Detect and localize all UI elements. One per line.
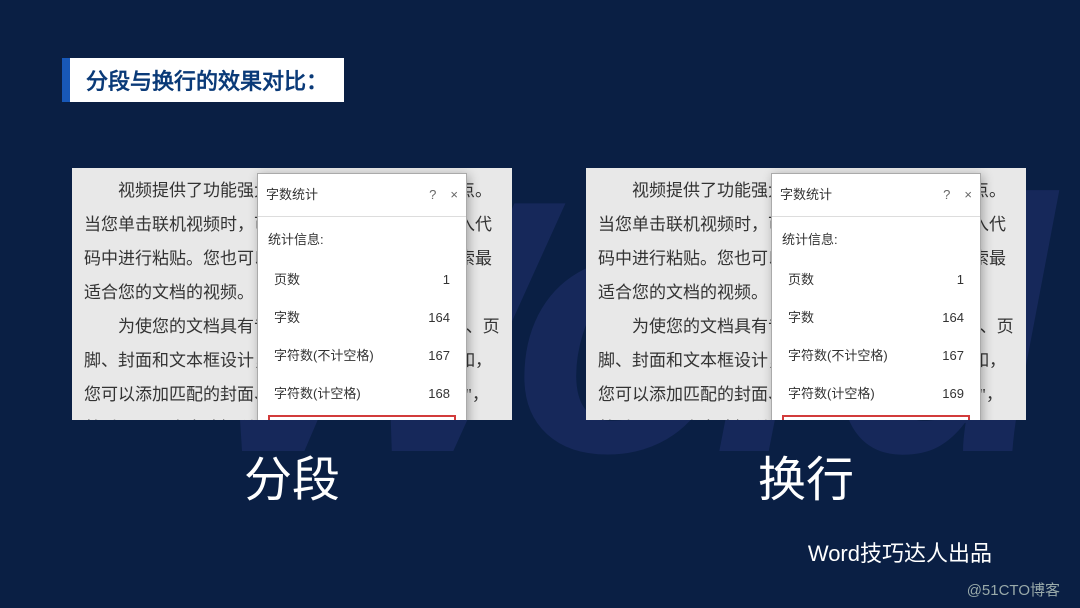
left-example-pane: 视频提供了功能强大的方式帮助您证明您的观点。当您单击联机视频时，可以在想要添加的… xyxy=(72,168,512,420)
stat-paragraphs: 段落数2 xyxy=(270,417,454,420)
stat-pages: 页数1 xyxy=(268,261,456,299)
right-caption: 换行 xyxy=(586,440,1026,510)
stat-words: 字数164 xyxy=(782,299,970,337)
right-word-count-dialog: 字数统计 ? × 统计信息: 页数1 字数164 字符数(不计空格)167 字符… xyxy=(771,173,981,420)
dialog-titlebar[interactable]: 字数统计 ? × xyxy=(772,174,980,217)
right-example-pane: 视频提供了功能强大的方式帮助您证明您的观点。当您单击联机视频时，可以在想要添加的… xyxy=(586,168,1026,420)
left-caption: 分段 xyxy=(72,440,512,510)
highlighted-stats: 段落数1 行8 xyxy=(782,415,970,420)
slide-title: 分段与换行的效果对比： xyxy=(62,58,344,102)
stat-chars-nospace: 字符数(不计空格)167 xyxy=(268,337,456,375)
left-word-count-dialog: 字数统计 ? × 统计信息: 页数1 字数164 字符数(不计空格)167 字符… xyxy=(257,173,467,420)
stats-label: 统计信息: xyxy=(268,223,456,257)
watermark: @51CTO博客 xyxy=(967,579,1060,600)
stat-pages: 页数1 xyxy=(782,261,970,299)
stat-chars-nospace: 字符数(不计空格)167 xyxy=(782,337,970,375)
stat-words: 字数164 xyxy=(268,299,456,337)
footer-credit: Word技巧达人出品 xyxy=(808,536,992,568)
highlighted-stats: 段落数2 行8 xyxy=(268,415,456,420)
stat-paragraphs: 段落数1 xyxy=(784,417,968,420)
close-icon[interactable]: × xyxy=(450,178,458,212)
stat-chars-space: 字符数(计空格)168 xyxy=(268,375,456,413)
dialog-titlebar[interactable]: 字数统计 ? × xyxy=(258,174,466,217)
close-icon[interactable]: × xyxy=(964,178,972,212)
help-icon[interactable]: ? xyxy=(429,178,436,212)
stat-chars-space: 字符数(计空格)169 xyxy=(782,375,970,413)
help-icon[interactable]: ? xyxy=(943,178,950,212)
stats-label: 统计信息: xyxy=(782,223,970,257)
dialog-title-text: 字数统计 xyxy=(266,178,318,212)
dialog-title-text: 字数统计 xyxy=(780,178,832,212)
